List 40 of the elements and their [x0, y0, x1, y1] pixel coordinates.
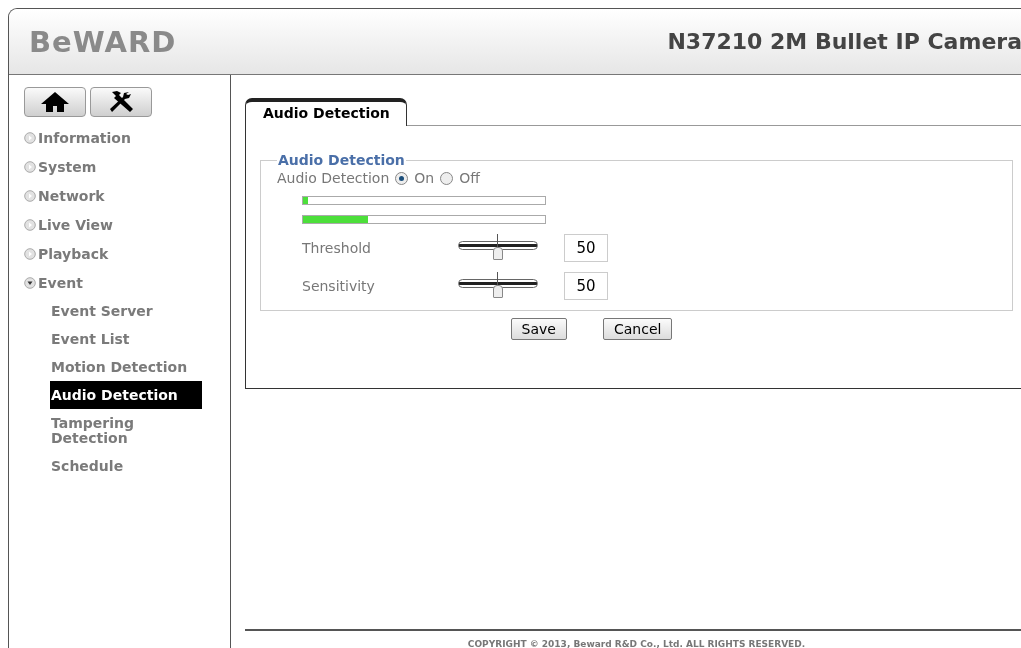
submenu-item[interactable]: Event Server [50, 297, 202, 325]
slider-label: Threshold [302, 240, 372, 256]
collapsed-bullet-icon [24, 247, 36, 260]
submenu-item[interactable]: Schedule [50, 452, 202, 480]
camera-title: N37210 2M Bullet IP Camera [667, 29, 1021, 54]
section-legend: Audio Detection [277, 152, 406, 168]
settings-button[interactable] [90, 87, 152, 117]
collapsed-bullet-icon [24, 218, 36, 231]
menu-item[interactable]: System [24, 152, 230, 181]
menu-item[interactable]: Event [24, 268, 230, 297]
value-field[interactable]: 50 [564, 234, 608, 262]
menu-item[interactable]: Playback [24, 239, 230, 268]
menu-item[interactable]: Live View [24, 210, 230, 239]
radio-label: On [414, 170, 435, 186]
submenu-item[interactable]: Event List [50, 325, 202, 353]
value-field[interactable]: 50 [564, 272, 608, 300]
slider[interactable] [458, 234, 538, 262]
radio-label: Off [459, 170, 480, 186]
field-label: Audio Detection [277, 170, 390, 186]
radio-button[interactable] [440, 171, 454, 185]
menu-item[interactable]: Network [24, 181, 230, 210]
submenu-item[interactable]: Tampering Detection [50, 409, 202, 452]
home-icon [40, 91, 70, 113]
logo: BeWARD [29, 24, 177, 59]
expanded-bullet-icon [24, 276, 36, 289]
form-button[interactable]: Cancel [602, 318, 673, 340]
tab[interactable]: Audio Detection [245, 98, 407, 126]
submenu-item[interactable]: Audio Detection [50, 381, 202, 409]
home-button[interactable] [24, 87, 86, 117]
submenu-item[interactable]: Motion Detection [50, 353, 202, 381]
tools-icon [107, 90, 135, 114]
collapsed-bullet-icon [24, 189, 36, 202]
slider[interactable] [458, 272, 538, 300]
menu-item[interactable]: Information [24, 123, 230, 152]
slider-label: Sensitivity [302, 278, 376, 294]
copyright-text: COPYRIGHT © 2013, Beward R&D Co., Ltd. ALL RIGHTS RESERVED. [467, 638, 806, 648]
collapsed-bullet-icon [24, 131, 36, 144]
collapsed-bullet-icon [24, 160, 36, 173]
form-button[interactable]: Save [510, 318, 567, 340]
radio-button[interactable] [395, 171, 409, 185]
